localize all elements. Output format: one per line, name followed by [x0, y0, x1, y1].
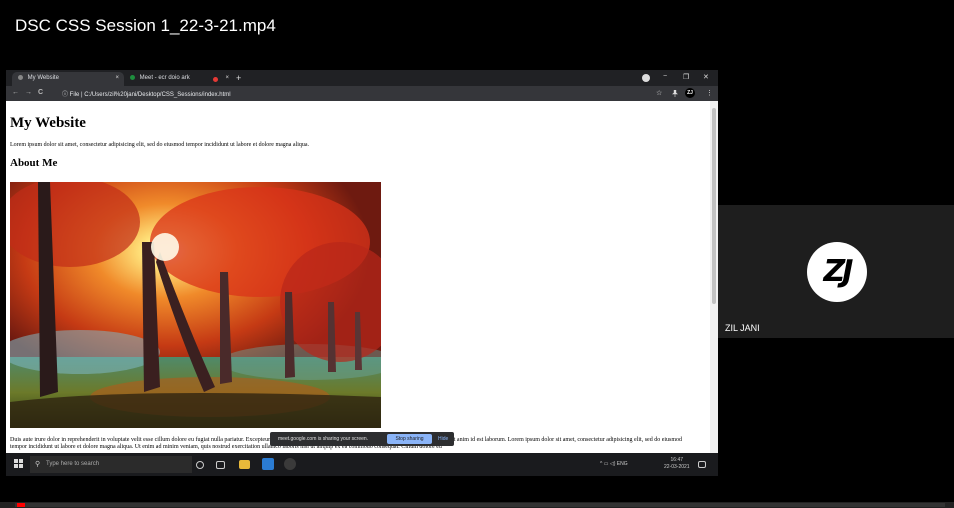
tab-my-website[interactable]: My Website × — [12, 72, 124, 86]
tab-label: Meet - ecr doio ark — [139, 75, 190, 82]
participant-tile: ZJ ZIL JANI — [718, 205, 954, 338]
participant-empty-area-bottom — [718, 338, 954, 508]
shared-screen: My Website × Meet - ecr doio ark × + − ❐… — [6, 70, 718, 476]
browser-tab-bar: My Website × Meet - ecr doio ark × + − ❐… — [6, 70, 718, 86]
forward-icon[interactable]: → — [25, 89, 32, 96]
screen-share-banner: meet.google.com is sharing your screen. … — [270, 432, 454, 446]
tab-meet[interactable]: Meet - ecr doio ark × — [124, 72, 234, 86]
taskbar-clock[interactable]: 16:47 22-03-2021 — [664, 457, 690, 471]
notification-icon[interactable] — [698, 461, 706, 468]
web-page: My Website Lorem ipsum dolor sit amet, c… — [6, 101, 710, 453]
extension-pin-icon[interactable] — [672, 90, 678, 97]
search-icon: ⚲ — [35, 461, 41, 468]
page-scrollbar-thumb[interactable] — [712, 108, 716, 304]
close-window-button[interactable]: ✕ — [703, 73, 709, 81]
task-view-icon[interactable] — [216, 461, 225, 469]
meet-icon — [130, 75, 135, 80]
page-title: My Website — [10, 115, 86, 131]
url-text: C:/Users/zil%20jani/Desktop/CSS_Sessions… — [84, 92, 231, 98]
close-tab-icon[interactable]: × — [225, 75, 229, 81]
autumn-forest-image — [10, 182, 381, 428]
reload-icon[interactable]: C — [38, 89, 43, 96]
clock-date: 22-03-2021 — [664, 464, 690, 470]
menu-icon[interactable]: ⋮ — [706, 89, 713, 97]
windows-taskbar: ⚲ Type here to search ^ ▭ ◁) ENG 16:47 2… — [6, 453, 718, 476]
windows-start-icon[interactable] — [14, 459, 23, 468]
recording-icon — [213, 77, 218, 82]
video-progress-bar[interactable] — [17, 503, 25, 507]
bookmark-star-icon[interactable]: ☆ — [656, 89, 662, 97]
address-bar: ← → C ⓘ File | C:/Users/zil%20jani/Deskt… — [6, 86, 718, 101]
vscode-icon[interactable] — [262, 458, 274, 470]
close-tab-icon[interactable]: × — [115, 75, 119, 81]
section-heading: About Me — [10, 157, 58, 169]
profile-avatar[interactable]: ZJ — [685, 88, 695, 98]
profile-icon[interactable] — [642, 74, 650, 82]
restore-button[interactable]: ❐ — [683, 73, 689, 81]
url-field[interactable]: ⓘ File | C:/Users/zil%20jani/Desktop/CSS… — [62, 89, 231, 98]
minimize-button[interactable]: − — [663, 73, 667, 80]
cortana-icon[interactable] — [196, 461, 204, 469]
system-tray[interactable]: ^ ▭ ◁) ENG — [600, 461, 628, 467]
file-explorer-icon[interactable] — [239, 460, 250, 469]
participant-avatar: ZJ — [807, 242, 867, 302]
video-buffer-bar — [15, 503, 945, 507]
participant-empty-area — [718, 0, 954, 205]
clock-time: 16:47 — [670, 457, 684, 463]
tab-label: My Website — [27, 75, 59, 82]
chrome-icon[interactable] — [284, 458, 296, 470]
hide-banner-button[interactable]: Hide — [438, 436, 448, 442]
video-player: DSC CSS Session 1_22-3-21.mp4 My Website… — [0, 0, 954, 508]
file-info-icon: ⓘ File | — [62, 92, 83, 98]
participant-name: ZIL JANI — [725, 323, 760, 333]
back-icon[interactable]: ← — [12, 89, 19, 96]
intro-paragraph: Lorem ipsum dolor sit amet, consectetur … — [10, 142, 310, 148]
taskbar-search-input[interactable]: ⚲ Type here to search — [30, 456, 192, 473]
video-title: DSC CSS Session 1_22-3-21.mp4 — [15, 16, 276, 35]
stop-sharing-button[interactable]: Stop sharing — [387, 434, 432, 444]
search-placeholder: Type here to search — [46, 461, 100, 467]
share-message: meet.google.com is sharing your screen. — [278, 436, 369, 442]
new-tab-button[interactable]: + — [236, 73, 241, 83]
globe-icon — [18, 75, 23, 80]
